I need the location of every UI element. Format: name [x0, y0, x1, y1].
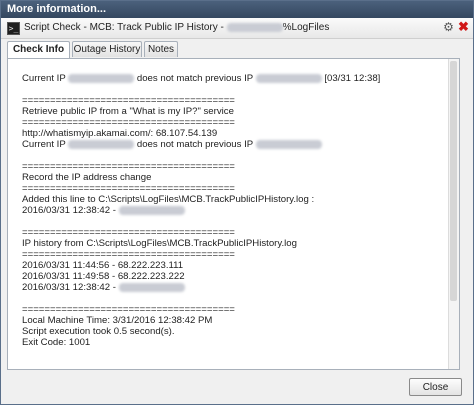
redacted-ip: [68, 73, 135, 83]
history-entry-text: 2016/03/31 12:38:42 -: [22, 282, 116, 293]
separator: ======================================: [22, 304, 235, 315]
mismatch-timestamp: [03/31 12:38]: [324, 73, 381, 84]
check-info-panel: Current IP does not match previous IP [0…: [7, 58, 460, 370]
dialog-title: More information...: [7, 3, 106, 15]
scrollbar-thumb[interactable]: [450, 61, 457, 301]
exec-time: Script execution took 0.5 second(s).: [22, 326, 175, 337]
separator: ======================================: [22, 183, 235, 194]
history-entry: 2016/03/31 12:38:42 -: [22, 282, 380, 293]
terminal-icon: >_: [7, 22, 20, 35]
check-header: >_ Script Check - MCB: Track Public IP H…: [1, 18, 473, 39]
current-ip-label: Current IP: [22, 139, 66, 150]
tab-check-info[interactable]: Check Info: [7, 41, 70, 59]
history-heading: IP history from C:\Scripts\LogFiles\MCB.…: [22, 238, 297, 249]
tab-notes[interactable]: Notes: [144, 41, 178, 57]
vertical-scrollbar[interactable]: [448, 59, 459, 369]
record-heading: Record the IP address change: [22, 172, 152, 183]
local-time: Local Machine Time: 3/31/2016 12:38:42 P…: [22, 315, 213, 326]
exit-code: Exit Code: 1001: [22, 337, 91, 348]
redacted-ip: [255, 73, 322, 83]
redacted-ip: [68, 139, 135, 149]
whatismyip-line: http://whatismyip.akamai.com/: 68.107.54…: [22, 128, 218, 139]
ip-mismatch-line: Current IP does not match previous IP: [22, 139, 380, 150]
history-entry: 2016/03/31 11:44:56 - 68.222.223.111: [22, 260, 184, 271]
separator: ======================================: [22, 161, 235, 172]
log-output: Current IP does not match previous IP [0…: [22, 73, 380, 348]
tab-outage-history[interactable]: Outage History: [72, 41, 142, 57]
separator: ======================================: [22, 227, 235, 238]
edit-icon[interactable]: ⚙: [442, 21, 455, 34]
redacted-ip: [255, 139, 322, 149]
more-info-dialog: More information... >_ Script Check - MC…: [0, 0, 474, 405]
mismatch-text: does not match previous IP: [136, 73, 253, 84]
added-entry-text: 2016/03/31 12:38:42 -: [22, 205, 116, 216]
redacted-ip: [118, 205, 185, 215]
dialog-titlebar[interactable]: More information...: [1, 1, 473, 18]
history-entry: 2016/03/31 11:49:58 - 68.222.223.222: [22, 271, 185, 282]
dialog-footer: Close: [1, 371, 473, 404]
current-ip-label: Current IP: [22, 73, 66, 84]
ip-mismatch-line: Current IP does not match previous IP [0…: [22, 73, 380, 84]
close-button[interactable]: Close: [409, 378, 462, 396]
added-line: Added this line to C:\Scripts\LogFiles\M…: [22, 194, 315, 205]
mismatch-text: does not match previous IP: [136, 139, 253, 150]
check-title-suffix: %LogFiles: [282, 22, 330, 33]
check-title-prefix: Script Check - MCB: Track Public IP Hist…: [24, 22, 227, 33]
added-entry: 2016/03/31 12:38:42 -: [22, 205, 380, 216]
separator: ======================================: [22, 249, 235, 260]
redacted-path: [226, 22, 283, 32]
separator: ======================================: [22, 95, 235, 106]
check-title: Script Check - MCB: Track Public IP Hist…: [24, 22, 329, 33]
separator: ======================================: [22, 117, 235, 128]
delete-icon[interactable]: ✖: [457, 20, 470, 33]
retrieve-heading: Retrieve public IP from a "What is my IP…: [22, 106, 234, 117]
redacted-ip: [118, 282, 185, 292]
